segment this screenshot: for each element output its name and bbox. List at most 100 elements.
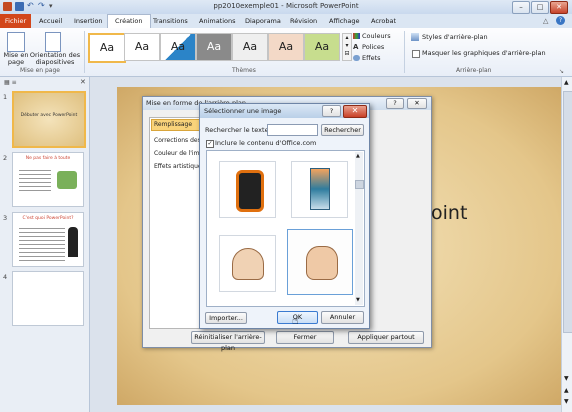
tab-transitions[interactable]: Transitions	[153, 17, 188, 25]
category-remplissage[interactable]: Remplissage	[154, 121, 192, 128]
colors-icon	[353, 33, 360, 39]
orientation-button[interactable]: Orientation des diapositives	[29, 52, 81, 66]
group-label-themes: Thèmes	[232, 67, 256, 74]
tab-affichage[interactable]: Affichage	[329, 17, 360, 25]
clipart-item[interactable]	[219, 161, 276, 218]
category-corrections[interactable]: Corrections des i	[154, 137, 204, 144]
orientation-icon	[45, 32, 61, 52]
clipart-image	[232, 248, 264, 280]
tab-file[interactable]: Fichier	[0, 14, 31, 28]
theme-thumbnail-5[interactable]: Aa	[232, 33, 268, 61]
scroll-thumb[interactable]	[563, 91, 572, 333]
theme-thumbnail-1[interactable]: Aa	[88, 33, 126, 63]
dialog-help-button[interactable]: ?	[386, 98, 404, 109]
cancel-button[interactable]: Annuler	[321, 311, 364, 324]
slide-thumbnail-title: Débuter avec PowerPoint	[20, 113, 78, 118]
tab-creation[interactable]: Création	[107, 14, 151, 29]
masquer-label: Masquer les graphiques d'arrière-plan	[422, 49, 546, 57]
fonts-icon: A	[353, 43, 359, 51]
polices-button[interactable]: Polices	[362, 43, 384, 51]
title-bar: ↶ ↷ ▾ pp2010exemple01 - Microsoft PowerP…	[0, 0, 572, 14]
group-label-arriere-plan: Arrière-plan	[456, 67, 492, 74]
slides-pane: ▦ ≡ ✕ 1 Débuter avec PowerPoint 2 Ne pas…	[0, 77, 90, 412]
page-setup-button[interactable]: Mise en page	[3, 52, 29, 66]
image-results-list: ▲ ▼	[206, 150, 365, 307]
minimize-button[interactable]: –	[512, 1, 530, 14]
clipart-item[interactable]	[291, 161, 348, 218]
ribbon-collapse-icon[interactable]: △	[543, 17, 548, 25]
scroll-up-icon[interactable]: ▲	[564, 79, 569, 86]
slide-thumbnail-text-lines	[19, 167, 51, 193]
pane-close-icon[interactable]: ✕	[80, 78, 86, 86]
slide-thumbnail-text-lines	[19, 225, 65, 261]
clipart-image	[310, 168, 330, 210]
effects-icon	[353, 55, 360, 61]
theme-thumbnail-7[interactable]: Aa	[304, 33, 340, 61]
select-image-dialog: Sélectionner une image ? ✕ Rechercher le…	[199, 103, 370, 329]
scroll-down-icon[interactable]: ▼	[356, 297, 360, 303]
dialog-launcher-icon[interactable]: ↘	[559, 68, 564, 75]
slide-thumbnail-figure	[68, 227, 78, 257]
slide-thumbnail-3[interactable]: C'est quoi PowerPoint?	[12, 212, 84, 267]
window-title: pp2010exemple01 - Microsoft PowerPoint	[213, 2, 359, 10]
scroll-down-icon[interactable]: ▼	[564, 375, 569, 382]
slide-number: 3	[3, 214, 8, 222]
group-label-mise-en-page: Mise en page	[20, 67, 60, 74]
clipart-image	[236, 170, 264, 212]
tab-acrobat[interactable]: Acrobat	[371, 17, 396, 25]
themes-scroll[interactable]: ▴ ▾ ⊟	[342, 33, 352, 61]
dialog-title-bar[interactable]: Sélectionner une image ? ✕	[200, 104, 369, 118]
tab-revision[interactable]: Révision	[290, 17, 317, 25]
theme-thumbnail-4[interactable]: Aa	[196, 33, 232, 61]
page-setup-icon	[7, 32, 25, 52]
clipart-image	[306, 246, 338, 280]
slide-number: 4	[3, 273, 8, 281]
mouse-cursor-icon: ☝	[292, 314, 299, 327]
search-input[interactable]	[267, 124, 318, 136]
dialog-close-button[interactable]: ✕	[343, 105, 367, 118]
ribbon-separator	[404, 31, 405, 73]
vertical-scrollbar[interactable]: ▲ ▼ ▲ ▼	[561, 77, 572, 412]
slide-thumbnail-title: C'est quoi PowerPoint?	[22, 216, 74, 221]
ribbon: Mise en page Orientation des diapositive…	[0, 28, 572, 77]
category-effets[interactable]: Effets artistiques	[154, 163, 205, 170]
styles-arriere-plan-button[interactable]: Styles d'arrière-plan	[422, 33, 488, 41]
help-icon[interactable]: ?	[556, 16, 565, 25]
reset-background-button[interactable]: Réinitialiser l'arrière-plan	[191, 331, 265, 352]
maximize-button[interactable]: □	[531, 1, 549, 14]
dialog-help-button[interactable]: ?	[322, 105, 341, 117]
slide-title-text[interactable]: oint	[431, 202, 467, 224]
slide-number: 1	[3, 93, 8, 101]
clipart-item-selected[interactable]	[287, 229, 353, 295]
pane-tabs[interactable]: ▦ ≡	[4, 79, 74, 87]
slide-thumbnail-1[interactable]: Débuter avec PowerPoint	[12, 91, 86, 148]
include-office-checkbox[interactable]: ✓	[206, 140, 214, 148]
import-button[interactable]: Importer...	[205, 312, 247, 324]
close-button[interactable]: ✕	[550, 1, 568, 14]
clipart-item[interactable]	[219, 235, 276, 292]
apply-all-button[interactable]: Appliquer partout	[348, 331, 424, 344]
couleurs-button[interactable]: Couleurs	[362, 32, 391, 40]
scroll-up-icon[interactable]: ▲	[356, 153, 360, 159]
tab-insertion[interactable]: Insertion	[74, 17, 103, 25]
slide-thumbnail-2[interactable]: Ne pas faire à toute	[12, 152, 84, 207]
effets-button[interactable]: Effets	[362, 54, 381, 62]
search-label: Rechercher le texte :	[205, 126, 273, 134]
tab-animations[interactable]: Animations	[199, 17, 236, 25]
theme-thumbnail-6[interactable]: Aa	[268, 33, 304, 61]
slide-thumbnail-image	[57, 171, 77, 189]
close-dialog-button[interactable]: Fermer	[276, 331, 334, 344]
slide-thumbnail-title: Ne pas faire à toute	[25, 156, 71, 161]
previous-slide-icon[interactable]: ▲	[564, 387, 569, 394]
search-button[interactable]: Rechercher	[321, 124, 364, 136]
tab-accueil[interactable]: Accueil	[39, 17, 62, 25]
theme-thumbnail-3[interactable]: Aa	[160, 33, 196, 61]
theme-thumbnail-2[interactable]: Aa	[124, 33, 160, 61]
tab-diaporama[interactable]: Diaporama	[245, 17, 281, 25]
dialog-close-button[interactable]: ✕	[407, 98, 427, 109]
scroll-thumb[interactable]	[355, 180, 364, 189]
slide-thumbnail-4[interactable]	[12, 271, 84, 326]
results-scrollbar[interactable]: ▲ ▼	[355, 152, 364, 305]
next-slide-icon[interactable]: ▼	[564, 398, 569, 405]
masquer-checkbox[interactable]	[412, 50, 420, 58]
